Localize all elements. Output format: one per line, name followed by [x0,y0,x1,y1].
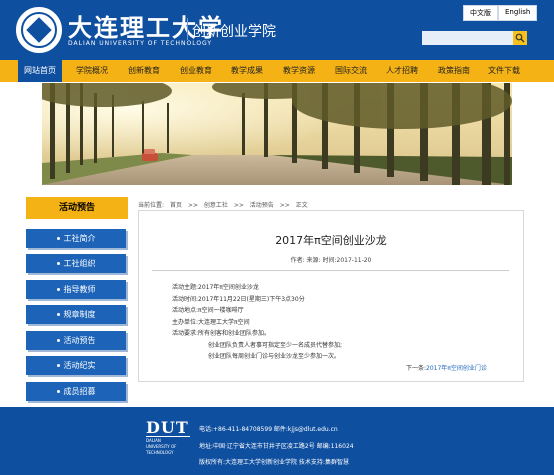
sidebar-item-label: 工社简介 [63,234,96,243]
footer-contact: 电话:+86-411-84708599 邮件:kjjs@dlut.edu.cn [199,426,338,433]
site-header: 大连理工大学 DALIAN UNIVERSITY OF TECHNOLOGY 创… [0,0,554,60]
nav-item-achievements[interactable]: 教学成果 [225,60,269,82]
nav-item-recruitment[interactable]: 人才招聘 [380,60,424,82]
main-nav: 网站首页 学院概况 创新教育 创业教育 教学成果 教学资源 国际交流 人才招聘 … [0,60,554,82]
article-line-location: 活动地点:π空间一楼咖啡厅 [172,307,244,314]
nav-item-downloads[interactable]: 文件下载 [482,60,526,82]
article-title: 2017年π空间创业沙龙 [275,234,387,247]
next-article-label: 下一条: [406,365,427,372]
sidebar-item-label: 规章制度 [63,310,96,319]
dut-logo-line-2: UNIVERSITY OF [146,444,177,449]
sidebar-item-label: 活动纪实 [63,361,96,370]
sidebar-item-label: 活动预告 [63,336,96,345]
article-line-organizer: 主办单位:大连理工大学π空间 [172,318,250,326]
next-article: 下一条:2017年π空间创业门诊 [406,363,487,372]
search-icon [515,33,525,43]
dut-logo: DUT DALIAN UNIVERSITY OF TECHNOLOGY [146,419,190,455]
nav-item-home[interactable]: 网站首页 [18,60,62,82]
nav-item-overview[interactable]: 学院概况 [70,60,114,82]
sidebar-item-event-preview[interactable]: 活动预告 [26,331,126,350]
language-switcher: 中文版 English [463,5,538,21]
bullet-icon [56,288,60,291]
breadcrumb-prefix: 当前位置: [138,202,165,209]
breadcrumb-category-link[interactable]: 活动预告 [250,202,274,209]
dut-logo-mark: DUT [146,418,190,437]
article-line-time: 活动时间:2017年11月22日(星期三)下午3点30分 [172,295,305,303]
footer-address: 地址:中国·辽宁省大连市甘井子区凌工路2号 邮编:116024 [199,443,354,450]
site-name[interactable]: 创新创业学院 [192,21,276,41]
search-bar [422,31,527,45]
breadcrumb-section-link[interactable]: 创意工社 [204,202,228,209]
article-line-requirement: 活动要求:所有创客和创业团队参加。 [172,330,271,337]
article-line-note-2: 创业团队每周创业门诊与创业沙龙至少参加一次。 [208,353,341,360]
footer-copyright: 版权所有:大连理工大学创新创业学院 技术支持:集群智慧 [199,459,349,466]
search-button[interactable] [513,31,527,45]
sidebar-item-recruit-members[interactable]: 成员招募 [26,382,126,401]
article-meta: 作者: 来源: 时间:2017-11-20 [290,257,372,264]
nav-item-international[interactable]: 国际交流 [329,60,373,82]
university-name-en: DALIAN UNIVERSITY OF TECHNOLOGY [68,40,213,47]
bullet-icon [56,237,60,240]
sidebar-item-mentors[interactable]: 指导教师 [26,280,126,299]
bullet-icon [56,364,60,367]
nav-item-resources[interactable]: 教学资源 [277,60,321,82]
dut-logo-line-3: TECHNOLOGY [146,450,174,455]
breadcrumb-current: 正文 [295,202,308,209]
dut-logo-line-1: DALIAN [146,438,161,443]
breadcrumb-separator: >> [233,202,244,209]
breadcrumb: 当前位置: 首页 >> 创意工社 >> 活动预告 >> 正文 [138,200,312,209]
bullet-icon [56,339,60,342]
article-line-theme: 活动主题:2017年π空间创业沙龙 [172,284,259,291]
breadcrumb-separator: >> [187,202,198,209]
nav-item-innovation-edu[interactable]: 创新教育 [122,60,166,82]
sidebar-item-rules[interactable]: 规章制度 [26,305,126,324]
nav-item-entrepreneurship-edu[interactable]: 创业教育 [174,60,218,82]
sidebar-item-intro[interactable]: 工社简介 [26,229,126,248]
sidebar-item-label: 工社组织 [63,259,96,268]
logo-divider [187,18,188,40]
article-body: 活动主题:2017年π空间创业沙龙 活动时间:2017年11月22日(星期三)下… [172,282,512,363]
breadcrumb-separator: >> [279,202,290,209]
sidebar-title: 活动预告 [26,197,128,219]
article-line-note-1: 创业团队负责人者事可指定至少一名成员代替参加; [208,341,343,349]
next-article-link[interactable]: 2017年π空间创业门诊 [426,365,487,372]
sidebar-item-event-record[interactable]: 活动纪实 [26,356,126,375]
sidebar-item-label: 指导教师 [63,285,96,294]
nav-item-policy[interactable]: 政策指南 [432,60,476,82]
lang-chinese-link[interactable]: 中文版 [463,5,498,21]
banner-image [42,83,512,185]
lang-english-link[interactable]: English [498,5,538,21]
university-emblem-icon[interactable] [16,7,62,53]
site-footer: DUT DALIAN UNIVERSITY OF TECHNOLOGY 电话:+… [0,407,554,475]
bullet-icon [56,313,60,316]
search-input[interactable] [422,31,513,45]
bullet-icon [56,262,60,265]
sidebar-item-organization[interactable]: 工社组织 [26,254,126,273]
sidebar-item-label: 成员招募 [63,387,96,396]
breadcrumb-home-link[interactable]: 首页 [170,202,182,209]
bullet-icon [56,390,60,393]
article-divider [152,270,509,271]
